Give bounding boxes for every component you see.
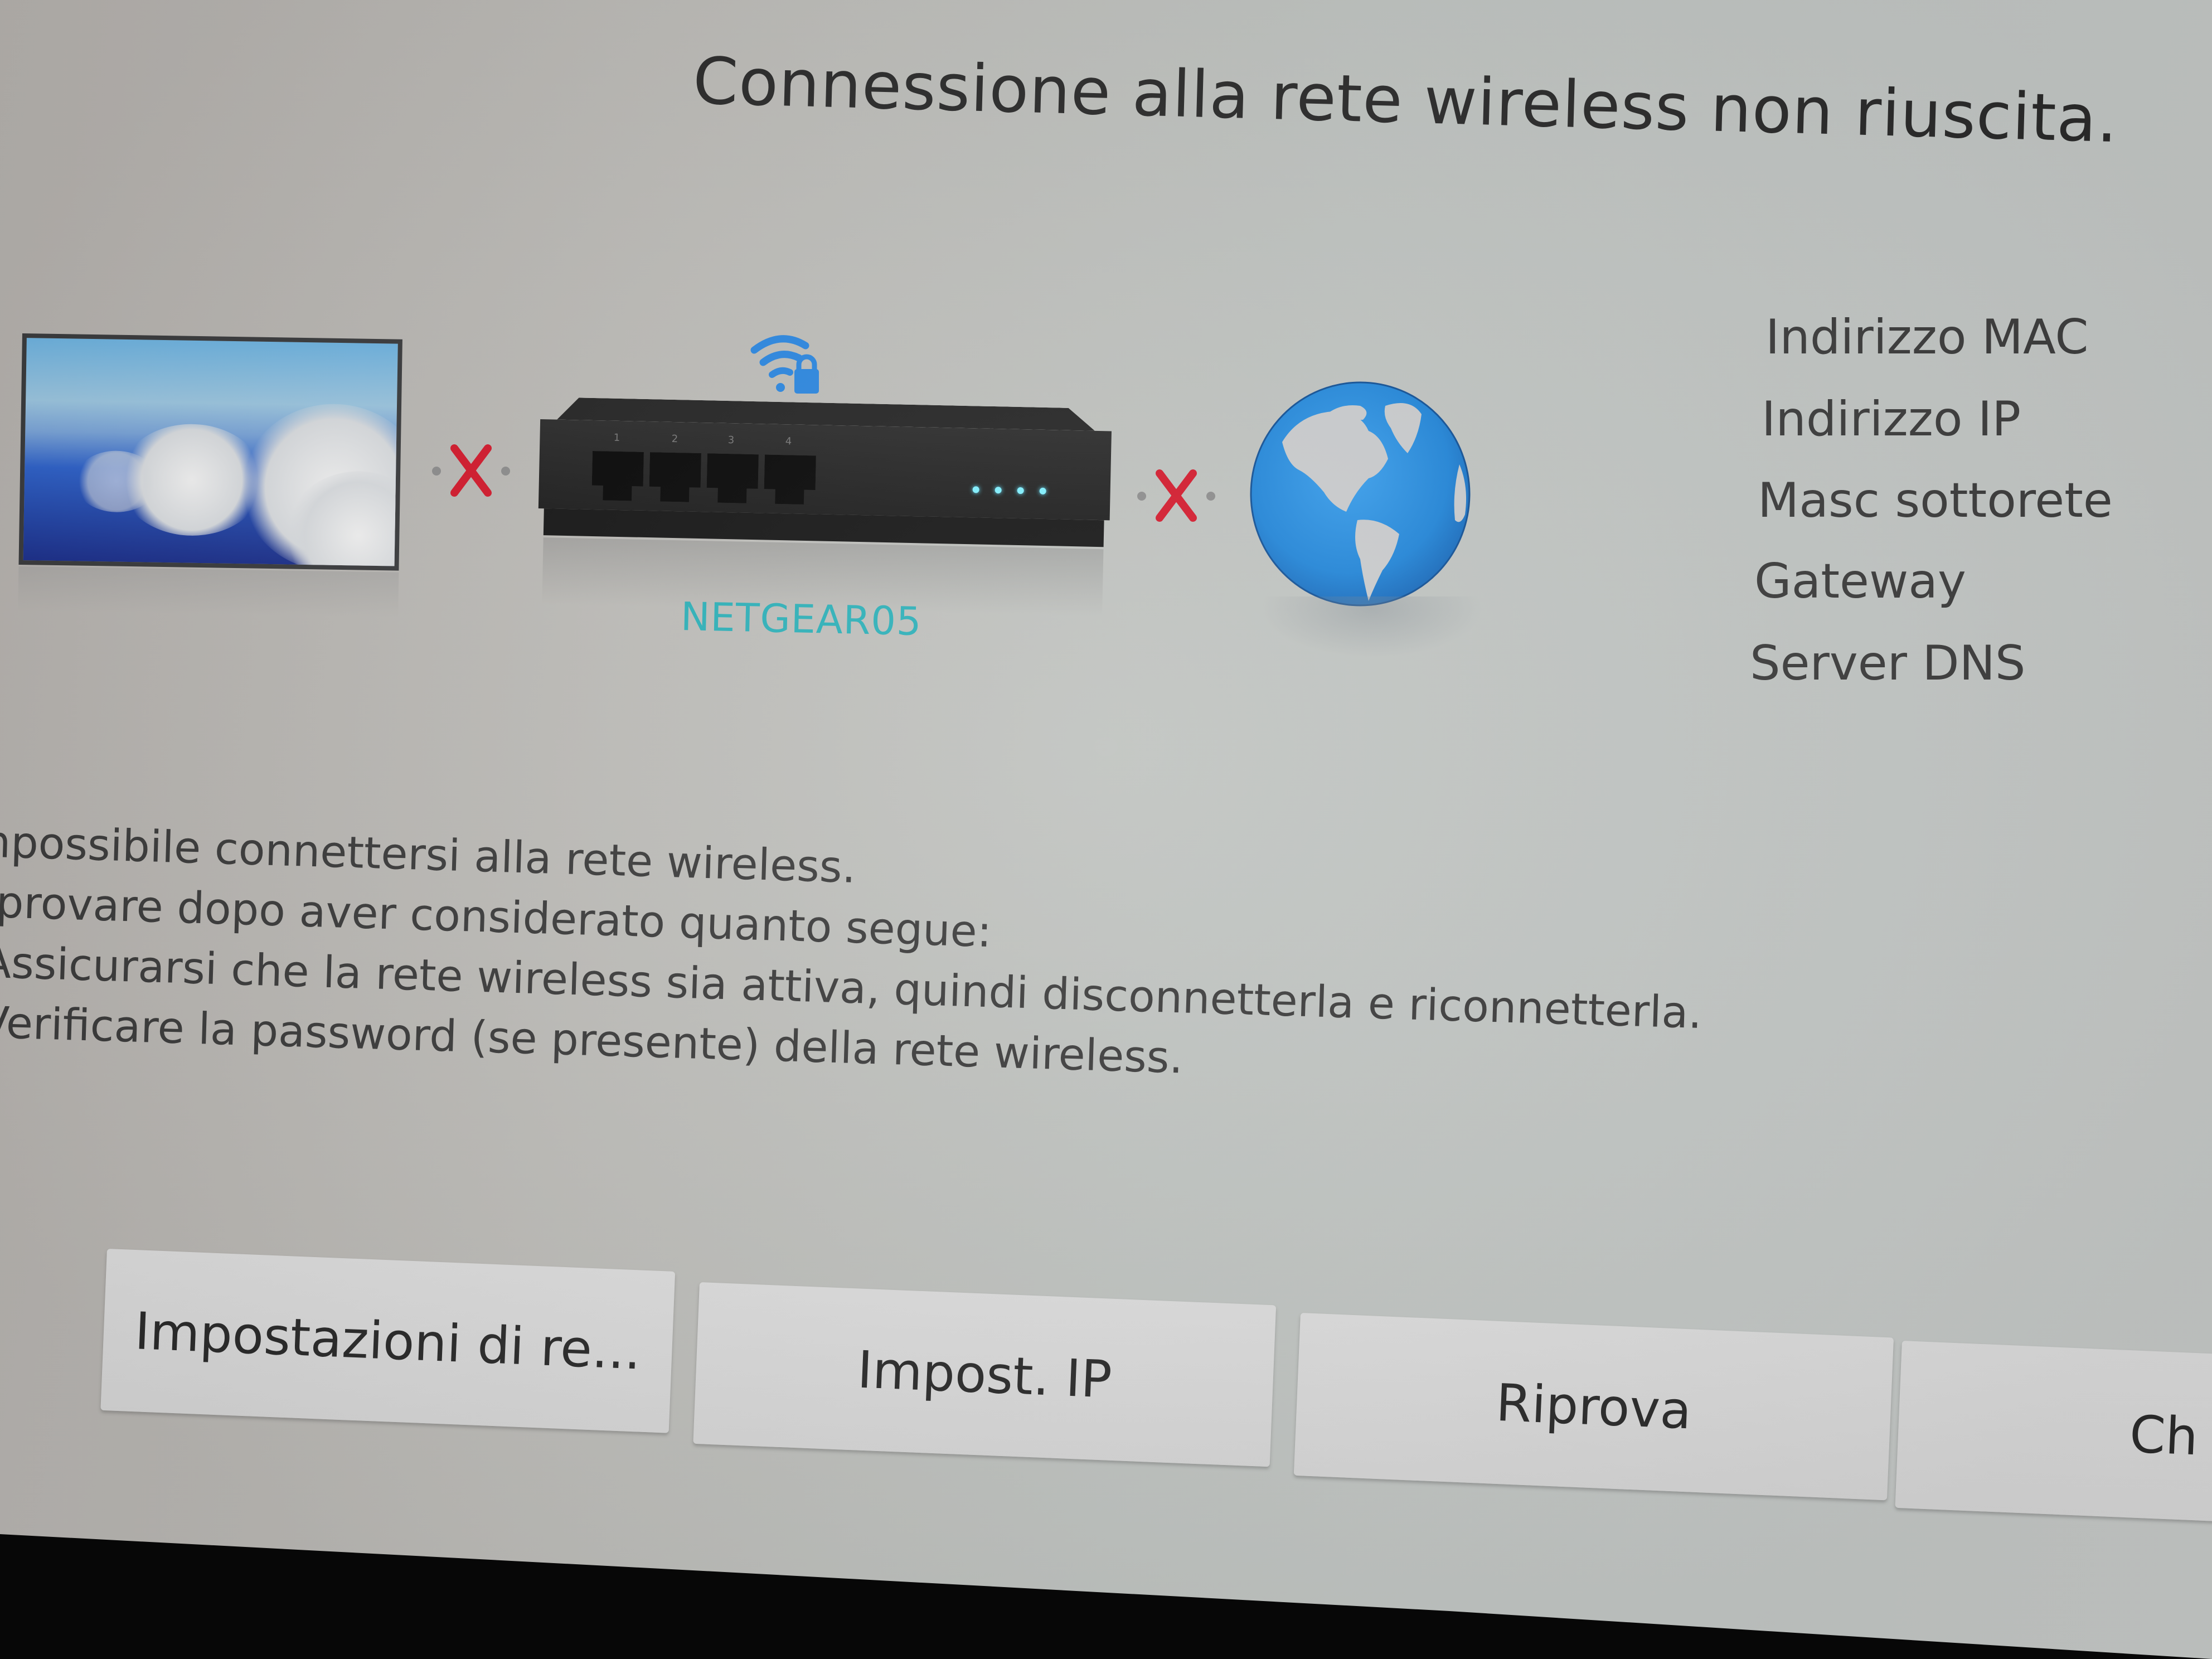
connection-failed-icon [432,440,510,502]
info-dns-server: Server DNS [1750,636,2026,691]
network-settings-button[interactable]: Impostazioni di re... [100,1249,676,1433]
ethernet-port [706,453,759,503]
status-led [995,487,1002,494]
close-button[interactable]: Ch [1895,1341,2212,1527]
info-gateway: Gateway [1754,554,1966,609]
x-icon [450,444,492,497]
network-error-screen: Connessione alla rete wireless non riusc… [0,0,2212,1659]
status-led [1039,487,1046,495]
globe-reflection [1260,596,1483,658]
status-led [972,486,979,493]
tv-reflection [18,566,399,617]
dialog-title: Connessione alla rete wireless non riusc… [692,43,2119,158]
info-mac-address: Indirizzo MAC [1765,309,2089,365]
internet-failed-icon [1137,465,1215,527]
error-message: Impossibile connettersi alla rete wirele… [0,811,1706,1104]
x-icon [1156,469,1197,522]
ethernet-port [764,454,816,505]
info-subnet-mask: Masc sottorete [1758,473,2113,528]
port-label: 3 [727,434,735,447]
tv-icon [18,333,402,617]
globe-icon [1250,381,1471,607]
router-icon: 1 2 3 4 [537,397,1115,617]
port-label: 1 [613,431,620,444]
ethernet-port [649,452,701,502]
retry-button[interactable]: Riprova [1293,1313,1894,1501]
wifi-lock-icon [750,335,819,394]
tv-photo: Connessione alla rete wireless non riusc… [0,0,2212,1659]
info-ip-address: Indirizzo IP [1762,391,2021,447]
network-name: NETGEAR05 [680,594,923,645]
port-label: 2 [671,433,678,445]
port-label: 4 [785,435,792,448]
ethernet-port [591,451,644,501]
tv-screen-image [18,333,402,571]
status-led [1017,487,1024,494]
ip-settings-button[interactable]: Impost. IP [693,1282,1277,1467]
